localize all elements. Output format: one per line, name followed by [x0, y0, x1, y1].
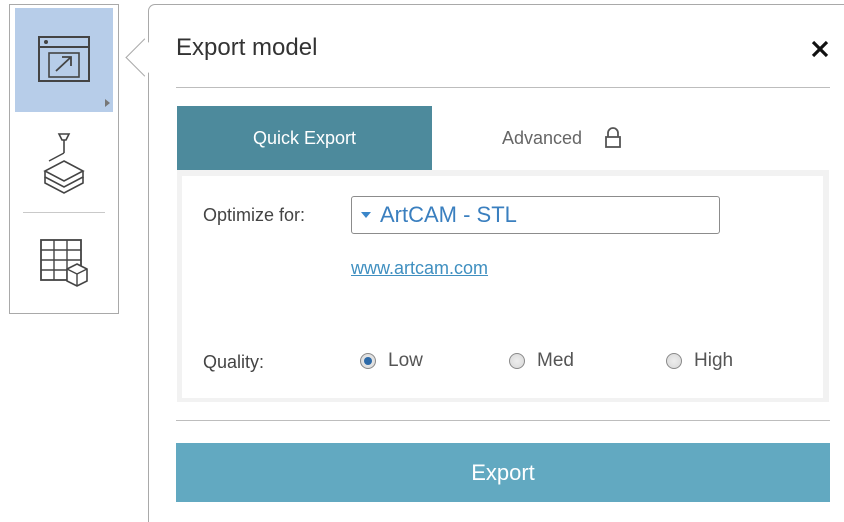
radio-unselected-icon — [509, 353, 525, 369]
panel-title: Export model — [176, 34, 318, 61]
optimize-for-label: Optimize for: — [203, 205, 306, 225]
dropdown-caret-icon — [361, 212, 371, 218]
title-divider — [176, 87, 830, 88]
close-button[interactable] — [805, 34, 835, 64]
tab-label: Advanced — [501, 127, 583, 148]
quality-label: Quality: — [203, 352, 265, 372]
artcam-link[interactable]: www.artcam.com — [351, 258, 488, 279]
quality-radio-high[interactable]: High — [666, 350, 733, 372]
submenu-arrow-icon — [105, 99, 110, 107]
quality-radio-med[interactable]: Med — [509, 350, 574, 372]
lock-icon — [604, 127, 622, 149]
radio-label: High — [694, 350, 734, 371]
tab-quick-export[interactable]: Quick Export — [177, 106, 432, 170]
print-3d-tool-button[interactable] — [15, 119, 113, 209]
quality-radio-low[interactable]: Low — [360, 350, 423, 372]
radio-unselected-icon — [666, 353, 682, 369]
print-3d-icon — [43, 133, 85, 194]
optimize-for-dropdown[interactable]: ArtCAM - STL — [351, 196, 720, 234]
radio-label: Low — [388, 350, 423, 371]
tab-advanced[interactable]: Advanced — [432, 106, 692, 170]
export-tool-button[interactable] — [15, 8, 113, 112]
close-icon — [811, 40, 829, 58]
tab-label: Quick Export — [252, 127, 357, 148]
radio-selected-icon — [360, 353, 376, 369]
optimize-for-value: ArtCAM - STL — [380, 202, 517, 227]
toolbar-divider — [23, 212, 105, 213]
footer-divider — [176, 420, 830, 421]
layout-grid-icon — [40, 239, 88, 287]
layout-tool-button[interactable] — [15, 218, 113, 306]
export-icon — [38, 36, 90, 82]
radio-label: Med — [537, 350, 574, 371]
export-button[interactable]: Export — [176, 443, 830, 502]
